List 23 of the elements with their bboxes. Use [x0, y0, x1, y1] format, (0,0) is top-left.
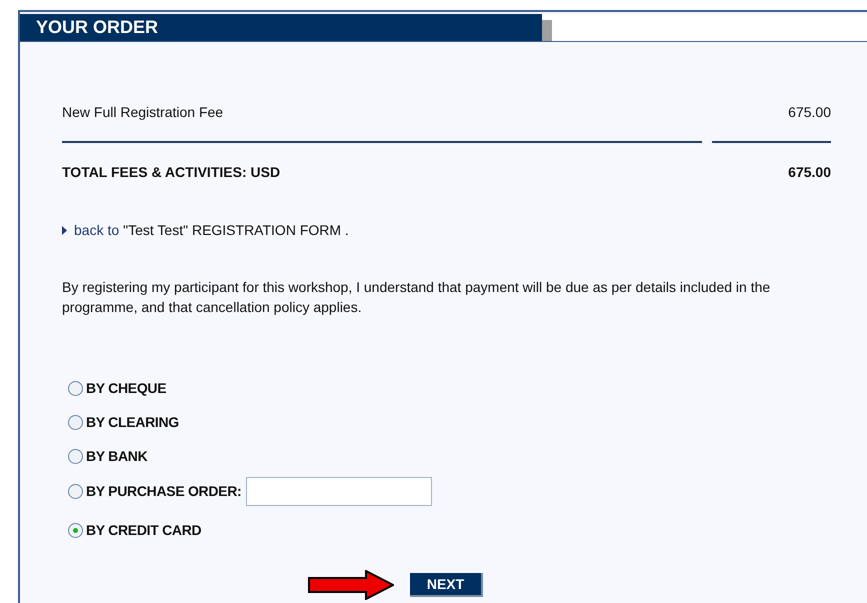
option-label: BY CLEARING — [86, 413, 179, 432]
radio-button[interactable] — [68, 484, 83, 499]
input-field[interactable] — [246, 477, 432, 506]
fee-amount: 675.00 — [788, 103, 831, 122]
caret-icon — [62, 226, 67, 235]
next-button[interactable]: NEXT — [410, 573, 483, 597]
arrow-icon — [308, 570, 394, 600]
radio-button[interactable] — [68, 415, 83, 430]
notice-text: By registering my participant for this workshop, I understand that payment will be due as per details included in the programme, and that cancellation policy applies. — [62, 278, 772, 317]
back-link[interactable]: back to — [74, 220, 120, 241]
option-label: BY PURCHASE ORDER: — [86, 482, 242, 501]
radio-button[interactable] — [68, 523, 83, 538]
option-label: BY CHEQUE — [86, 379, 166, 398]
fee-label: New Full Registration Fee — [62, 103, 224, 122]
radio-button[interactable] — [68, 381, 83, 396]
back-text: "Test Test" REGISTRATION FORM . — [123, 221, 349, 240]
radio-button[interactable] — [68, 449, 83, 464]
total-label: TOTAL FEES & ACTIVITIES: USD — [62, 163, 280, 182]
option-label: BY CREDIT CARD — [86, 521, 202, 540]
section-header: YOUR ORDER — [20, 14, 542, 41]
option-label: BY BANK — [86, 447, 148, 466]
header-tab-edge — [542, 20, 552, 41]
total-amount: 675.00 — [788, 163, 831, 182]
